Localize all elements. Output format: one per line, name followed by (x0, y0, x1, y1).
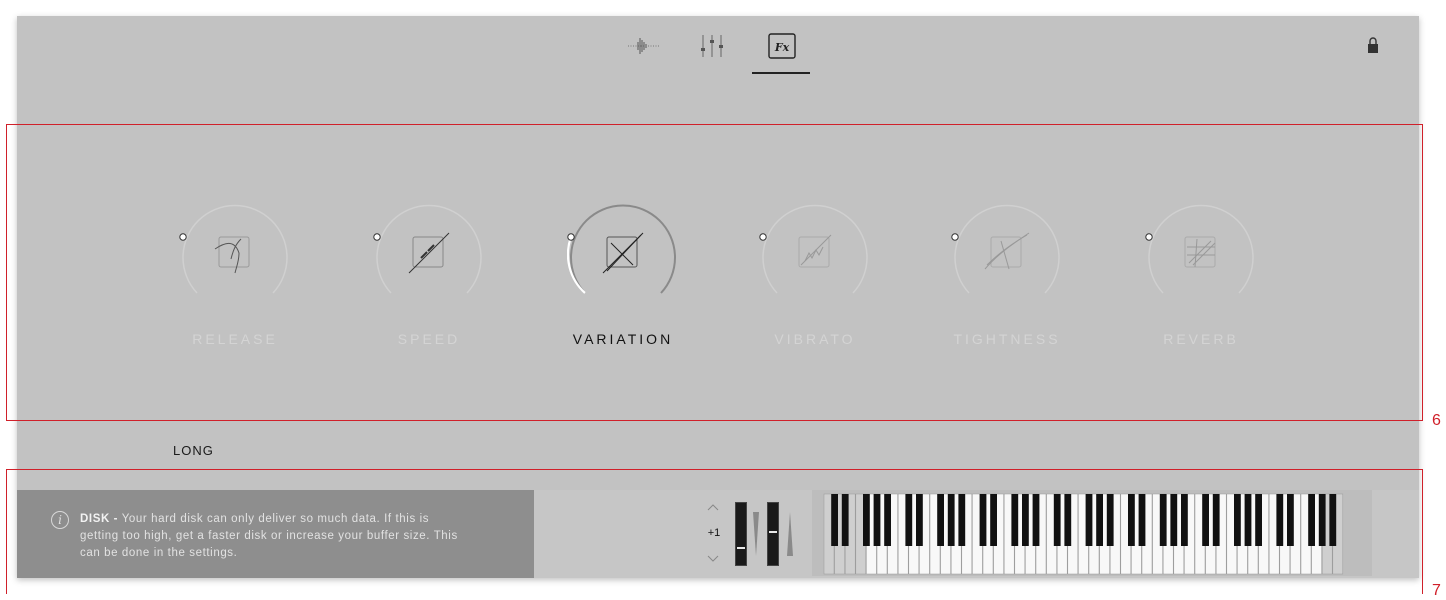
black-key[interactable] (1212, 494, 1220, 546)
knob-release[interactable] (179, 195, 291, 307)
black-key[interactable] (1308, 494, 1315, 546)
keyboard-keys[interactable] (812, 490, 1372, 576)
reverb-icon (1184, 236, 1216, 268)
black-key[interactable] (979, 494, 987, 546)
black-key[interactable] (831, 494, 838, 546)
speed-icon (408, 232, 450, 274)
black-key[interactable] (937, 494, 944, 546)
release-icon (214, 236, 250, 274)
black-key[interactable] (1318, 494, 1326, 546)
annotation-label-7: 7 (1432, 582, 1441, 599)
mod-wheel-indicator (787, 512, 793, 556)
octave-control: +1 (700, 500, 728, 570)
black-key[interactable] (1255, 494, 1262, 546)
black-key[interactable] (1329, 494, 1337, 546)
black-key[interactable] (1276, 494, 1284, 546)
black-key[interactable] (905, 494, 913, 546)
octave-value: +1 (707, 527, 721, 539)
lock-icon[interactable] (1367, 36, 1379, 54)
top-nav: Fx (0, 26, 1446, 76)
mixer-icon[interactable] (692, 26, 732, 66)
black-key[interactable] (1022, 494, 1029, 546)
black-key[interactable] (1181, 494, 1188, 546)
knob-tightness[interactable] (951, 195, 1063, 307)
fx-icon[interactable]: Fx (762, 26, 802, 66)
variation-icon (602, 232, 644, 274)
black-key[interactable] (1138, 494, 1146, 546)
black-key[interactable] (916, 494, 923, 546)
pitch-wheel[interactable] (735, 502, 747, 566)
info-title: DISK - (80, 513, 119, 525)
black-key[interactable] (841, 494, 849, 546)
black-key[interactable] (1234, 494, 1241, 546)
octave-down-icon[interactable] (706, 554, 720, 564)
black-key[interactable] (1064, 494, 1072, 546)
black-key[interactable] (1085, 494, 1093, 546)
black-key[interactable] (1244, 494, 1252, 546)
black-key[interactable] (990, 494, 997, 546)
knob-reverb[interactable] (1145, 195, 1257, 307)
info-body: Your hard disk can only deliver so much … (80, 513, 458, 559)
piano-keyboard[interactable] (812, 490, 1372, 576)
annotation-label-6: 6 (1432, 412, 1441, 429)
tightness-icon (984, 232, 1030, 270)
mod-wheel-thumb (769, 531, 777, 533)
black-key[interactable] (1287, 494, 1294, 546)
black-key[interactable] (1170, 494, 1178, 546)
black-key[interactable] (958, 494, 966, 546)
octave-up-icon[interactable] (706, 502, 720, 512)
waveform-icon[interactable] (624, 26, 664, 66)
black-key[interactable] (947, 494, 955, 546)
pitch-wheel-indicator (753, 512, 759, 556)
mod-wheel[interactable] (767, 502, 779, 566)
black-key[interactable] (1159, 494, 1167, 546)
knob-speed[interactable] (373, 195, 485, 307)
info-icon: i (51, 511, 69, 529)
info-text: DISK - Your hard disk can only deliver s… (80, 511, 470, 562)
black-key[interactable] (1096, 494, 1103, 546)
fx-label: Fx (774, 41, 790, 54)
black-key[interactable] (1032, 494, 1040, 546)
vibrato-icon (798, 234, 832, 268)
black-key[interactable] (1106, 494, 1114, 546)
articulation-label: LONG (173, 443, 214, 458)
knob-variation[interactable] (566, 195, 679, 307)
black-key[interactable] (863, 494, 870, 546)
black-key[interactable] (1053, 494, 1061, 546)
black-key[interactable] (1011, 494, 1019, 546)
pitch-wheel-thumb (737, 547, 745, 549)
knob-vibrato[interactable] (759, 195, 871, 307)
black-key[interactable] (873, 494, 881, 546)
black-key[interactable] (1202, 494, 1209, 546)
black-key[interactable] (884, 494, 891, 546)
black-key[interactable] (1128, 494, 1135, 546)
active-tab-indicator (752, 72, 810, 74)
